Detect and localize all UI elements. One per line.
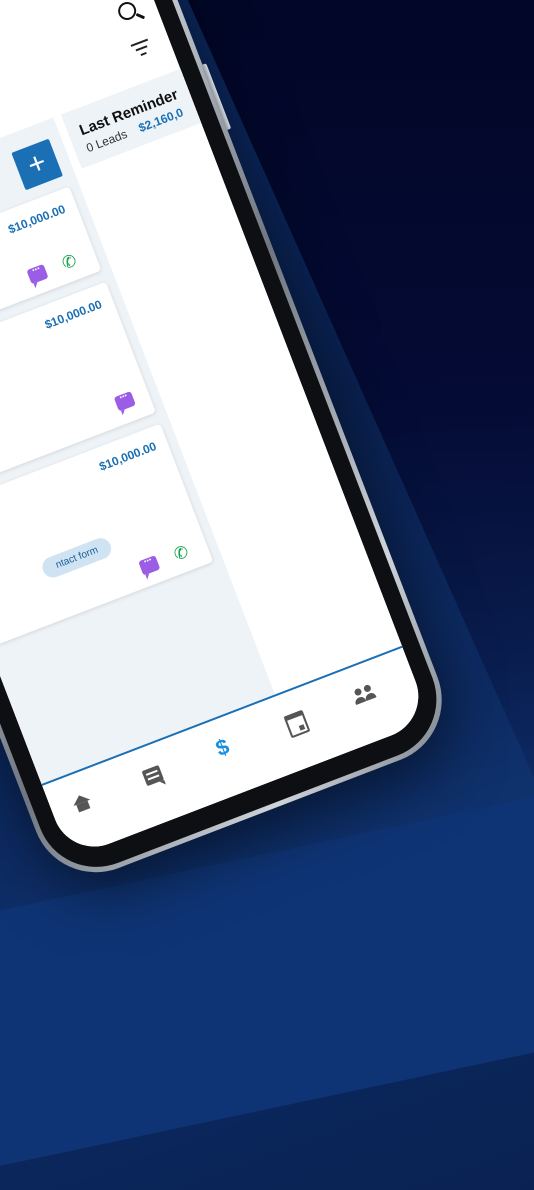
add-lead-button[interactable]: +	[11, 138, 64, 191]
phone-icon[interactable]: ✆	[171, 541, 194, 565]
filter-icon[interactable]	[130, 38, 153, 59]
lead-source-tag: ntact form	[39, 535, 115, 581]
dollar-icon[interactable]: $	[212, 733, 233, 762]
lead-value: $10,000.00	[6, 201, 68, 237]
chat-icon[interactable]	[141, 764, 165, 787]
message-icon[interactable]	[138, 555, 161, 576]
phone-icon[interactable]: ✆	[59, 250, 83, 273]
calendar-icon[interactable]	[283, 709, 311, 739]
lead-value: $10,000.00	[97, 439, 159, 474]
message-icon[interactable]	[113, 391, 136, 412]
lead-value: $10,000.00	[42, 297, 104, 332]
people-icon[interactable]	[351, 682, 379, 706]
message-icon[interactable]	[26, 263, 49, 285]
search-icon[interactable]	[115, 0, 139, 23]
